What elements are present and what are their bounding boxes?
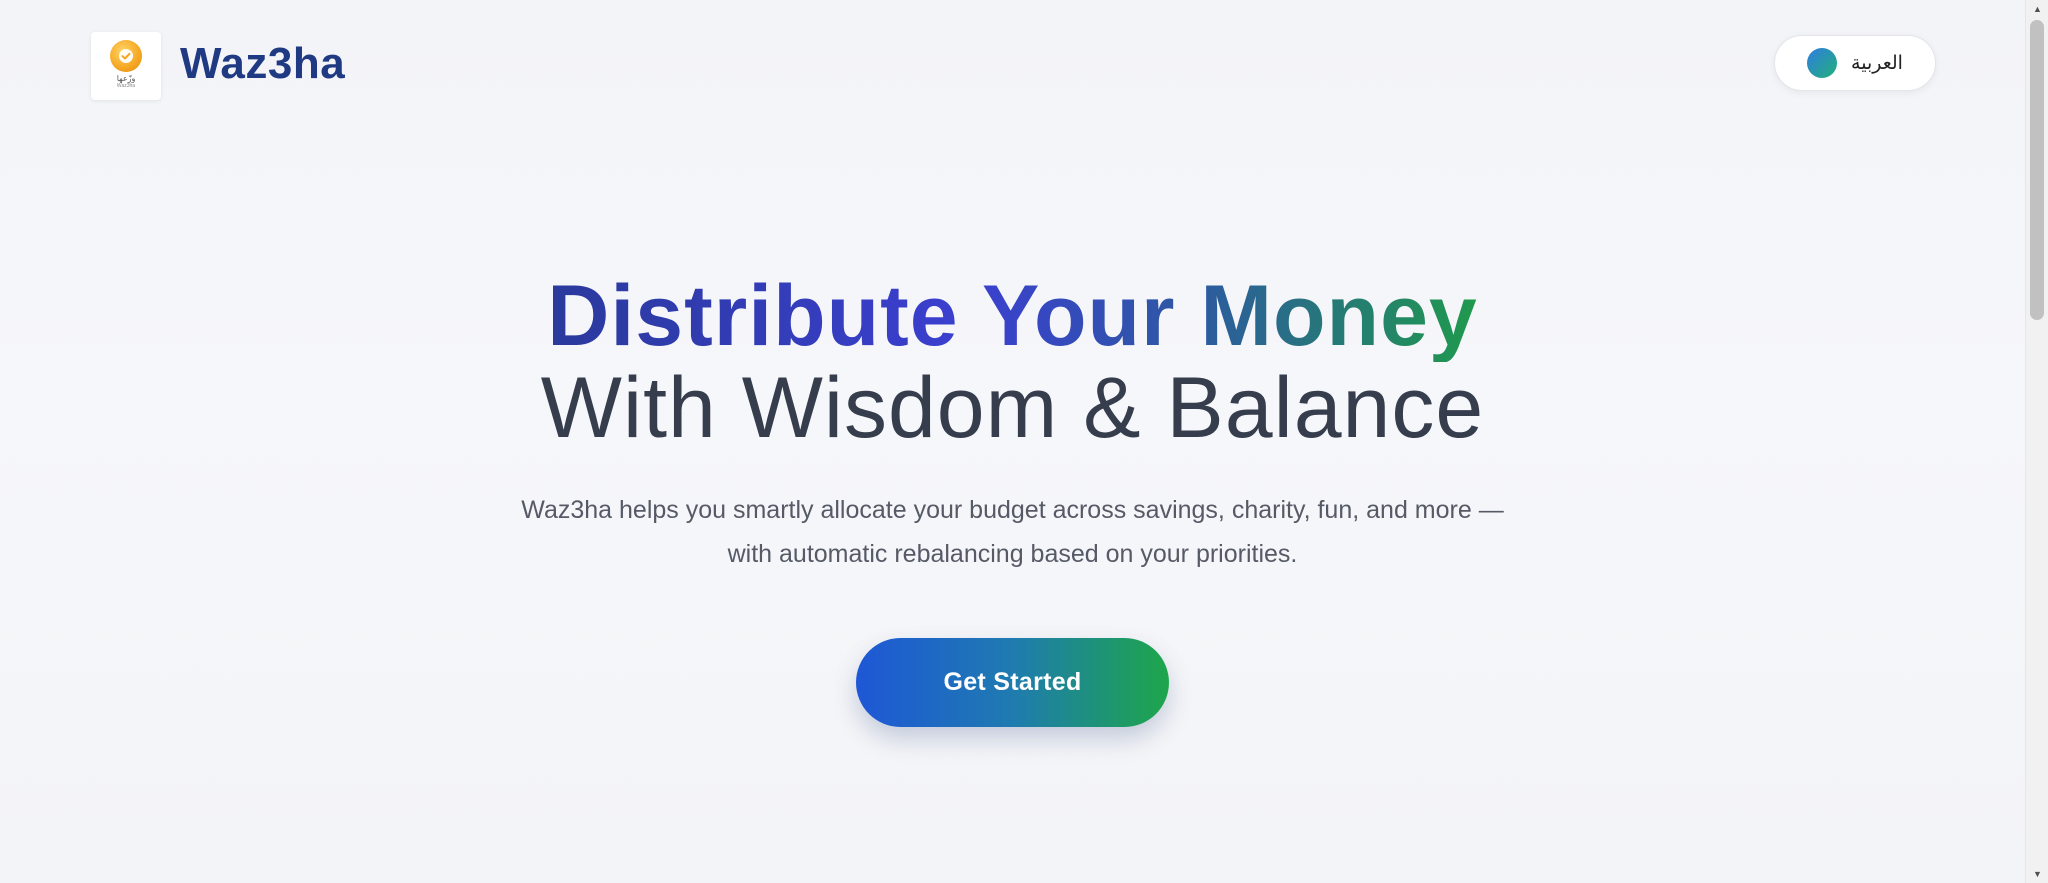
check-badge-icon [110,39,142,72]
logo-subtext: Waz3ha [116,82,136,89]
globe-icon [1807,48,1838,78]
get-started-button[interactable]: Get Started [856,638,1169,727]
hero-subtitle-line1: Waz3ha helps you smartly allocate your b… [521,496,1504,524]
logo-text: وزّعها [116,73,136,83]
language-label: العربية [1851,52,1903,74]
scrollbar-thumb[interactable] [2030,20,2044,320]
hero-subtitle-line2: with automatic rebalancing based on your… [727,540,1298,568]
page: وزّعها Waz3ha Waz3ha العربية Distribute … [0,0,2025,883]
language-toggle-button[interactable]: العربية [1774,35,1936,91]
scroll-up-arrow-icon[interactable]: ▲ [2026,0,2048,18]
hero-subtitle: Waz3ha helps you smartly allocate your b… [0,488,2025,576]
logo[interactable]: وزّعها Waz3ha [91,32,161,100]
brand-name[interactable]: Waz3ha [180,38,345,90]
hero-title-line1: Distribute Your Money [547,268,1478,364]
vertical-scrollbar[interactable]: ▲ ▼ [2025,0,2048,883]
hero-title-line2: With Wisdom & Balance [540,360,1485,456]
scroll-down-arrow-icon[interactable]: ▼ [2026,865,2048,883]
